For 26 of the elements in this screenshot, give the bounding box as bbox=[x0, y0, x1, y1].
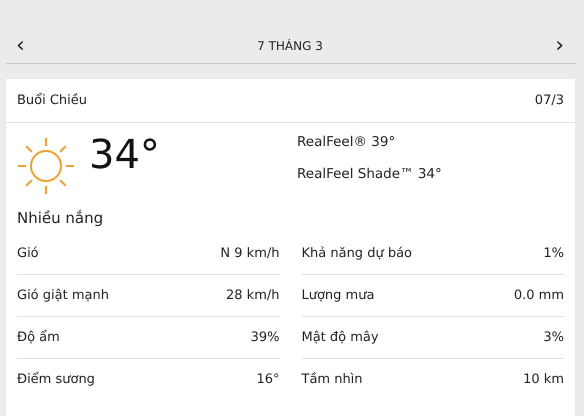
sun-icon bbox=[17, 137, 75, 195]
detail-value: 39% bbox=[250, 330, 280, 345]
temperature: 34° bbox=[89, 131, 160, 180]
detail-label: Độ ẩm bbox=[17, 330, 60, 345]
detail-value: 10 km bbox=[523, 372, 564, 387]
detail-label: Gió bbox=[17, 246, 39, 261]
detail-label: Tầm nhìn bbox=[302, 372, 363, 387]
detail-value: 3% bbox=[543, 330, 564, 345]
detail-value: 16° bbox=[256, 372, 280, 387]
detail-value: 28 km/h bbox=[226, 288, 280, 303]
previous-button[interactable]: ‹ bbox=[12, 34, 29, 56]
detail-value: N 9 km/h bbox=[220, 246, 280, 261]
detail-label: Điểm sương bbox=[17, 372, 95, 387]
detail-value: 0.0 mm bbox=[514, 288, 564, 303]
weather-phrase: Nhiều nắng bbox=[17, 208, 104, 229]
next-button[interactable]: › bbox=[551, 34, 568, 56]
date-title: 7 THÁNG 3 bbox=[257, 38, 323, 52]
detail-value: 1% bbox=[543, 246, 564, 261]
realfeel-text: RealFeel Shade™ 34° bbox=[297, 165, 442, 184]
detail-label: Mật độ mây bbox=[302, 330, 379, 345]
detail-label: Gió giật mạnh bbox=[17, 288, 109, 303]
detail-label: Lượng mưa bbox=[302, 288, 374, 303]
period-title: Buổi Chiều bbox=[17, 93, 88, 108]
detail-label: Khả năng dự báo bbox=[302, 246, 412, 261]
date-label: 07/3 bbox=[534, 93, 564, 108]
realfeel-text: RealFeel® 39° bbox=[297, 133, 396, 152]
